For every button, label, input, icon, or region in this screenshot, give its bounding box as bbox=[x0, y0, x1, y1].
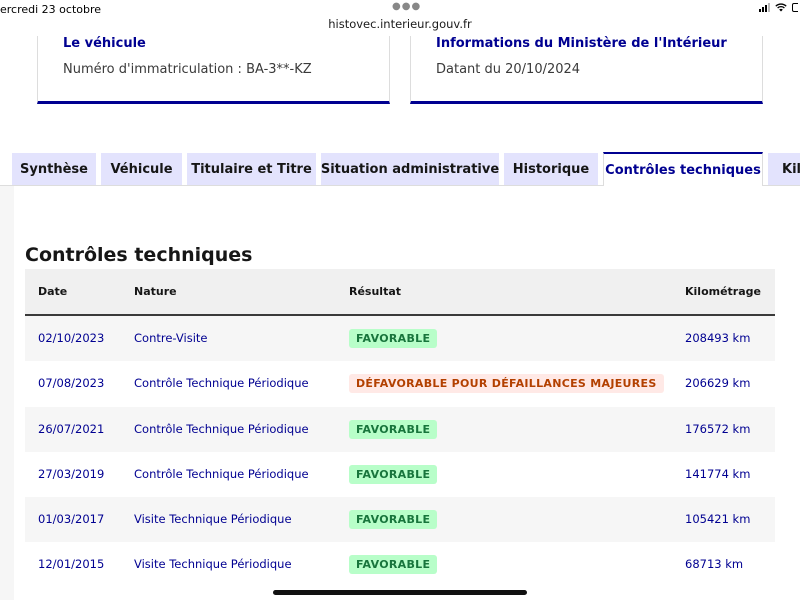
technical-inspections-table: Date Nature Résultat Kilométrage 02/10/2… bbox=[25, 269, 775, 588]
cell-date: 07/08/2023 bbox=[38, 376, 105, 391]
table-row: 01/03/2017 Visite Technique Périodique F… bbox=[25, 497, 775, 543]
ministry-info-card: Informations du Ministère de l'Intérieur… bbox=[410, 36, 763, 104]
cell-mileage: 105421 km bbox=[685, 512, 751, 527]
tab-controles-techniques[interactable]: Contrôles techniques bbox=[603, 152, 763, 186]
result-badge-favorable: FAVORABLE bbox=[349, 329, 438, 348]
ministry-info-date: Datant du 20/10/2024 bbox=[436, 62, 581, 77]
header-mileage[interactable]: Kilométrage bbox=[685, 285, 761, 298]
ios-status-bar: ercredi 23 octobre ●●● histovec.interieu… bbox=[0, 0, 800, 36]
cell-nature: Visite Technique Périodique bbox=[134, 512, 292, 527]
result-badge-favorable: FAVORABLE bbox=[349, 464, 438, 484]
cell-nature: Contre-Visite bbox=[134, 331, 208, 345]
header-nature[interactable]: Nature bbox=[134, 285, 177, 298]
table-row: 07/08/2023 Contrôle Technique Périodique… bbox=[25, 361, 775, 407]
page: ercredi 23 octobre ●●● histovec.interieu… bbox=[0, 0, 800, 600]
header-date[interactable]: Date bbox=[38, 285, 67, 298]
tab-kilometrage[interactable]: Kilo bbox=[768, 153, 800, 185]
battery-icon bbox=[792, 3, 798, 12]
vehicle-card: Le véhicule Numéro d'immatriculation : B… bbox=[37, 36, 390, 104]
result-badge-favorable: FAVORABLE bbox=[349, 510, 438, 530]
address-bar-url[interactable]: histovec.interieur.gouv.fr bbox=[0, 17, 800, 31]
status-indicators bbox=[759, 3, 798, 12]
table-header: Date Nature Résultat Kilométrage bbox=[25, 269, 775, 316]
result-badge-favorable: FAVORABLE bbox=[349, 419, 438, 439]
cell-nature: Contrôle Technique Périodique bbox=[134, 376, 309, 391]
table-row: 02/10/2023 Contre-Visite FAVORABLE 20849… bbox=[25, 316, 775, 362]
ministry-info-title: Informations du Ministère de l'Intérieur bbox=[436, 36, 727, 51]
cell-mileage: 208493 km bbox=[685, 331, 751, 345]
cell-nature: Contrôle Technique Périodique bbox=[134, 421, 309, 436]
cell-date: 02/10/2023 bbox=[38, 331, 105, 345]
table-row: 27/03/2019 Contrôle Technique Périodique… bbox=[25, 451, 775, 498]
cell-mileage: 206629 km bbox=[685, 376, 751, 391]
header-result[interactable]: Résultat bbox=[349, 285, 401, 298]
tab-overview-dots-icon[interactable]: ●●● bbox=[392, 1, 421, 12]
tab-titulaire-et-titre[interactable]: Titulaire et Titre bbox=[187, 153, 316, 185]
tab-situation-administrative[interactable]: Situation administrative bbox=[321, 153, 499, 185]
cell-date: 01/03/2017 bbox=[38, 512, 105, 527]
home-indicator[interactable] bbox=[273, 590, 527, 595]
cell-mileage: 141774 km bbox=[685, 466, 751, 481]
cell-mileage: 176572 km bbox=[685, 421, 751, 436]
tab-vehicule[interactable]: Véhicule bbox=[101, 153, 182, 185]
status-date: ercredi 23 octobre bbox=[0, 3, 102, 16]
signal-icon bbox=[759, 3, 770, 12]
tab-synthese[interactable]: Synthèse bbox=[12, 153, 96, 185]
result-badge-favorable: FAVORABLE bbox=[349, 555, 438, 575]
vehicle-card-title: Le véhicule bbox=[63, 36, 146, 51]
wifi-icon bbox=[775, 3, 787, 12]
section-title: Contrôles techniques bbox=[25, 244, 253, 266]
registration-number: Numéro d'immatriculation : BA-3**-KZ bbox=[63, 62, 312, 77]
table-row: 12/01/2015 Visite Technique Périodique F… bbox=[25, 542, 775, 588]
result-badge-unfavorable: DÉFAVORABLE POUR DÉFAILLANCES MAJEURES bbox=[349, 374, 664, 394]
cell-date: 12/01/2015 bbox=[38, 557, 105, 572]
cell-date: 26/07/2021 bbox=[38, 421, 105, 436]
cell-nature: Visite Technique Périodique bbox=[134, 557, 292, 572]
table-row: 26/07/2021 Contrôle Technique Périodique… bbox=[25, 406, 775, 452]
cell-nature: Contrôle Technique Périodique bbox=[134, 466, 309, 481]
cell-mileage: 68713 km bbox=[685, 557, 744, 572]
tab-historique[interactable]: Historique bbox=[504, 153, 598, 185]
cell-date: 27/03/2019 bbox=[38, 466, 105, 481]
